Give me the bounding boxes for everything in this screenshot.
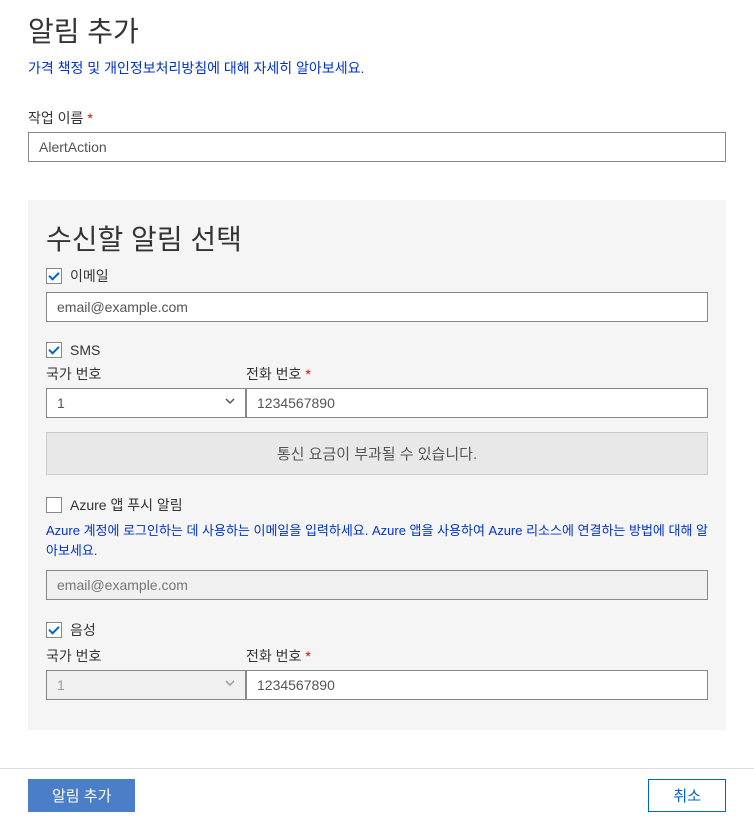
page-title: 알림 추가 xyxy=(28,10,726,50)
required-mark: * xyxy=(305,366,310,382)
notifications-panel: 수신할 알림 선택 이메일 SMS 국가 번호 전화 번호* xyxy=(28,200,726,730)
azure-push-label: Azure 앱 푸시 알림 xyxy=(70,495,183,515)
azure-push-section: Azure 앱 푸시 알림 Azure 계정에 로그인하는 데 사용하는 이메일… xyxy=(46,495,708,600)
add-notification-button[interactable]: 알림 추가 xyxy=(28,779,135,812)
azure-push-help[interactable]: Azure 계정에 로그인하는 데 사용하는 이메일을 입력하세요. Azure… xyxy=(46,521,708,560)
sms-checkbox[interactable] xyxy=(46,342,62,358)
sms-phone-label: 전화 번호* xyxy=(246,364,311,384)
email-input[interactable] xyxy=(46,292,708,322)
action-name-input[interactable] xyxy=(28,132,726,162)
sms-label: SMS xyxy=(70,342,100,358)
footer: 알림 추가 취소 xyxy=(0,768,754,822)
pricing-privacy-link[interactable]: 가격 책정 및 개인정보처리방침에 대해 자세히 알아보세요. xyxy=(28,58,726,78)
panel-title: 수신할 알림 선택 xyxy=(46,218,708,258)
sms-country-select[interactable] xyxy=(46,388,246,418)
voice-country-select xyxy=(46,670,246,700)
sms-phone-input[interactable] xyxy=(246,388,708,418)
required-mark: * xyxy=(87,110,92,126)
voice-label: 음성 xyxy=(70,620,96,640)
email-section: 이메일 xyxy=(46,266,708,322)
sms-country-label: 국가 번호 xyxy=(46,364,246,384)
sms-warning: 통신 요금이 부과될 수 있습니다. xyxy=(46,432,708,475)
voice-section: 음성 국가 번호 전화 번호* xyxy=(46,620,708,700)
voice-checkbox[interactable] xyxy=(46,622,62,638)
required-mark: * xyxy=(305,648,310,664)
azure-push-checkbox[interactable] xyxy=(46,497,62,513)
cancel-button[interactable]: 취소 xyxy=(648,779,726,812)
email-checkbox[interactable] xyxy=(46,268,62,284)
email-label: 이메일 xyxy=(70,266,109,286)
voice-phone-label: 전화 번호* xyxy=(246,646,311,666)
voice-country-label: 국가 번호 xyxy=(46,646,246,666)
voice-phone-input[interactable] xyxy=(246,670,708,700)
action-name-label: 작업 이름* xyxy=(28,108,726,128)
azure-push-email-input xyxy=(46,570,708,600)
sms-section: SMS 국가 번호 전화 번호* xyxy=(46,342,708,475)
